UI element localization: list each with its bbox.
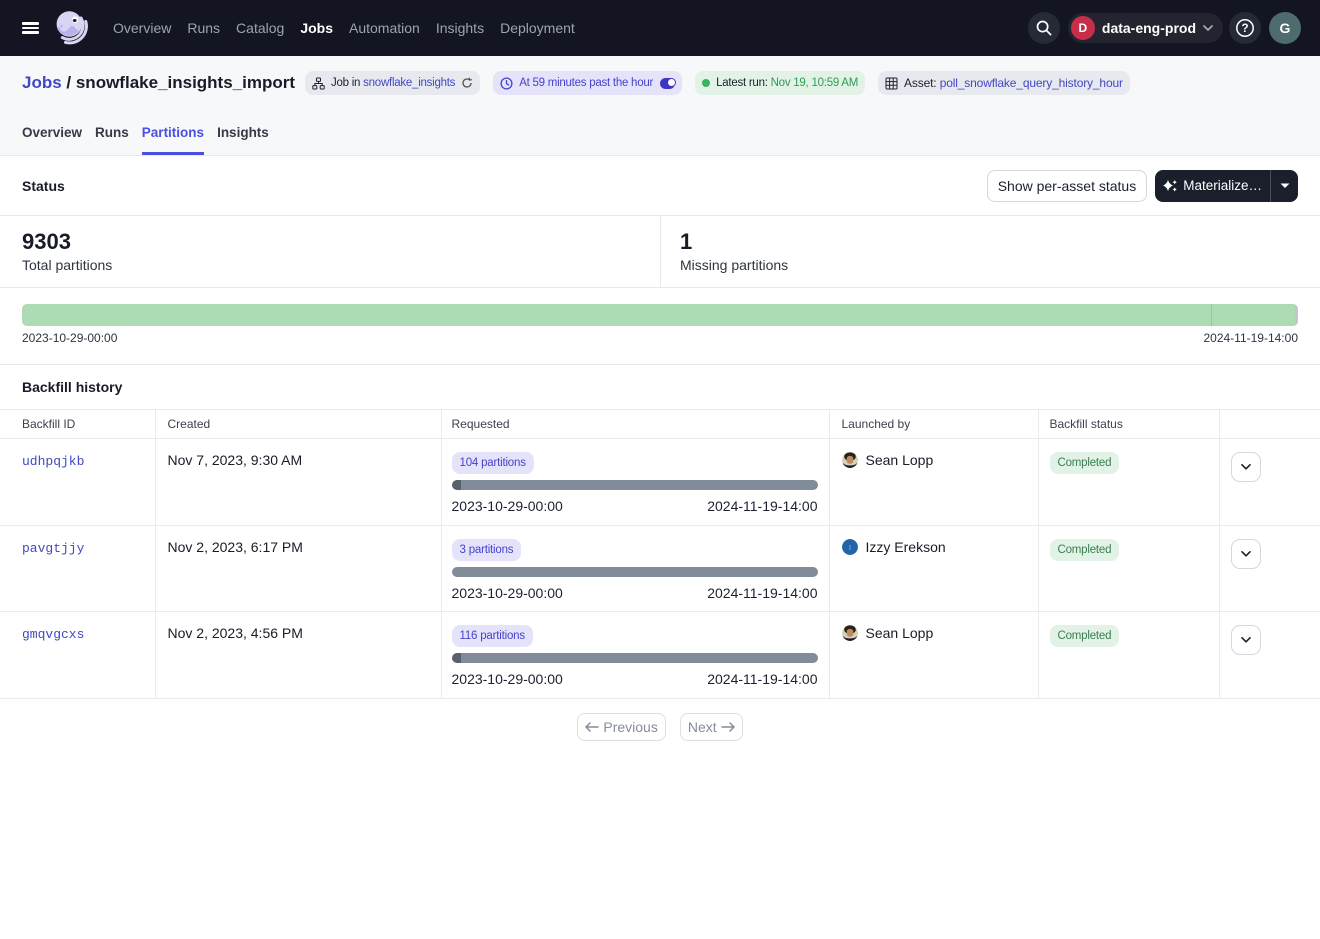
svg-text:?: ? bbox=[1241, 23, 1248, 35]
svg-text:I: I bbox=[849, 545, 851, 552]
